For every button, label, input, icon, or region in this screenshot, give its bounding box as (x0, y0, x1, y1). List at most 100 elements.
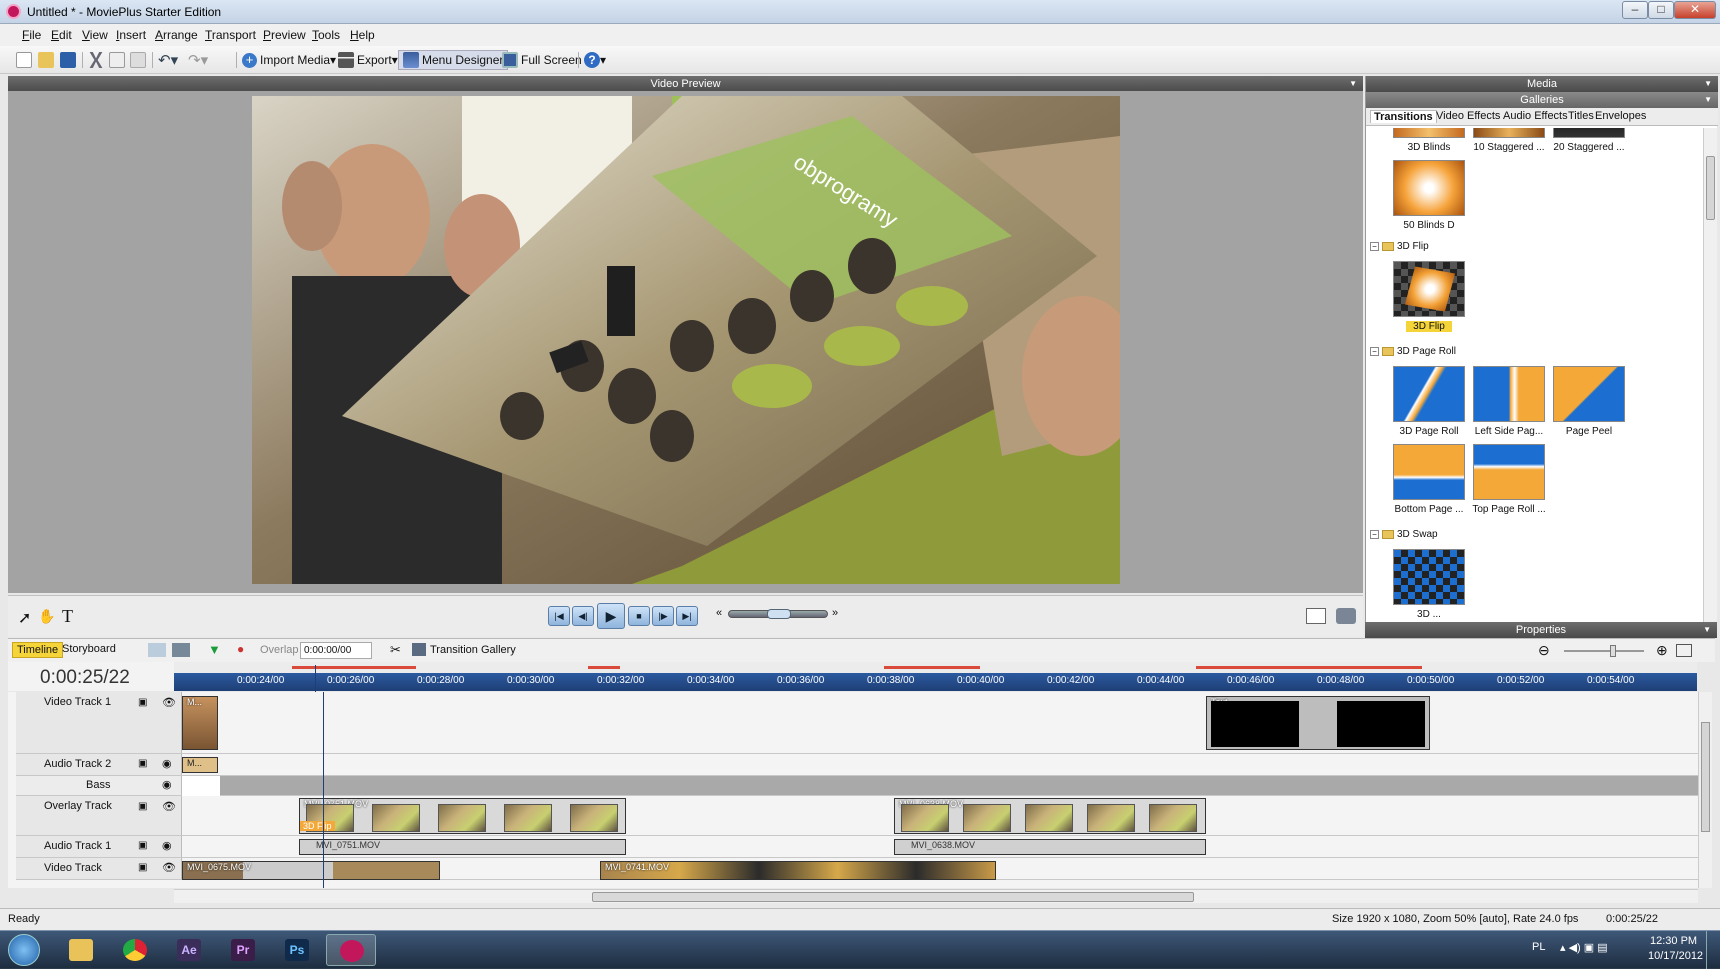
chevron-down-icon[interactable]: ▼ (1704, 92, 1712, 108)
copy-icon[interactable] (109, 52, 125, 68)
import-media-button[interactable]: + Import Media ▾ (242, 50, 336, 70)
zoom-fit-icon[interactable] (1676, 644, 1692, 657)
track-menu-icon[interactable]: ▣ (138, 697, 147, 708)
menu-edit[interactable]: Edit (51, 28, 72, 42)
folder-3d-swap[interactable]: −3D Swap (1370, 529, 1438, 540)
gallery-item-3d-swap[interactable] (1393, 549, 1465, 605)
clip-audio-2[interactable]: MVI_0638.MOV (894, 839, 1206, 855)
new-file-icon[interactable] (16, 52, 32, 68)
playhead[interactable] (323, 692, 324, 888)
chevron-down-icon[interactable]: ▼ (1349, 76, 1357, 92)
gallery-item-3d-flip[interactable] (1393, 261, 1465, 317)
explorer-icon[interactable] (69, 939, 93, 961)
tab-envelopes[interactable]: Envelopes (1592, 110, 1649, 122)
clip-overlay-2[interactable]: MVI_0638.MOV (894, 798, 1206, 834)
close-button[interactable]: ✕ (1674, 1, 1716, 19)
gallery-item-3d-page-roll[interactable] (1393, 366, 1465, 422)
link-icon[interactable] (148, 643, 166, 657)
track-menu-icon[interactable]: ▣ (138, 758, 147, 769)
gallery-item-3d-blinds[interactable] (1393, 128, 1465, 138)
visibility-eye-icon[interactable]: 👁 (162, 696, 176, 709)
zoom-slider[interactable] (1564, 645, 1644, 657)
pointer-tool-icon[interactable]: ➚ (18, 608, 31, 628)
gallery-item-20-staggered[interactable] (1553, 128, 1625, 138)
tab-audio-effects[interactable]: Audio Effects (1500, 110, 1571, 122)
next-frame-button[interactable]: |▶ (652, 606, 674, 626)
hand-tool-icon[interactable]: ✋ (38, 608, 55, 625)
full-screen-button[interactable]: Full Screen (502, 50, 582, 70)
redo-icon[interactable]: ↷▾ (188, 50, 208, 70)
start-button[interactable] (8, 934, 40, 966)
gallery-item-top-page-roll[interactable] (1473, 444, 1545, 500)
premiere-icon[interactable]: Pr (231, 939, 255, 961)
show-desktop-button[interactable] (1706, 931, 1720, 969)
tray-icons[interactable]: ▴ ◀) ▣ ▤ (1560, 941, 1608, 954)
chrome-icon[interactable] (123, 939, 147, 961)
tab-storyboard[interactable]: Storyboard (62, 643, 116, 655)
shuttle-slider[interactable] (728, 609, 828, 619)
undo-icon[interactable]: ↶▾ (158, 50, 178, 70)
layout-icon[interactable] (1306, 608, 1326, 624)
speaker-icon[interactable]: ◉ (162, 757, 172, 770)
clip-audio-mini[interactable]: M... (182, 757, 218, 773)
folder-3d-page-roll[interactable]: −3D Page Roll (1370, 346, 1456, 357)
menu-view[interactable]: View (82, 28, 108, 42)
gallery-item-bottom-page[interactable] (1393, 444, 1465, 500)
visibility-eye-icon[interactable]: 👁 (162, 800, 176, 813)
scissors-icon[interactable]: ✂ (390, 642, 401, 658)
menu-transport[interactable]: Transport (205, 28, 256, 42)
time-ruler[interactable]: 0:00:24/00 0:00:26/00 0:00:28/00 0:00:30… (174, 673, 1697, 691)
language-indicator[interactable]: PL (1532, 941, 1545, 953)
properties-header[interactable]: Properties ▼ (1365, 622, 1717, 638)
timeline-horizontal-thumb[interactable] (592, 892, 1194, 902)
track-menu-icon[interactable]: ▣ (138, 862, 147, 873)
fast-forward-icon[interactable]: » (832, 607, 838, 619)
shuttle-slider-thumb[interactable] (767, 609, 791, 619)
stop-button[interactable]: ■ (628, 606, 650, 626)
microphone-icon[interactable]: ● (237, 642, 244, 656)
gallery-item-page-peel[interactable] (1553, 366, 1625, 422)
menu-insert[interactable]: Insert (116, 28, 146, 42)
transition-marker[interactable]: 3D Flip (300, 821, 335, 831)
movieplus-icon[interactable] (340, 940, 364, 962)
chevron-down-icon[interactable]: ▼ (1703, 622, 1711, 638)
previous-frame-button[interactable]: ◀| (572, 606, 594, 626)
chevron-down-icon[interactable]: ▼ (1704, 76, 1712, 92)
go-to-end-button[interactable]: ▶| (676, 606, 698, 626)
clip-audio-1[interactable]: MVI_0751.MOV (299, 839, 626, 855)
transition-gallery-button[interactable]: Transition Gallery (430, 644, 516, 656)
gallery-item-left-side-page[interactable] (1473, 366, 1545, 422)
clip-video-2[interactable]: MVI_0741.MOV (600, 861, 996, 880)
menu-help[interactable]: Help (350, 28, 375, 42)
clip-video-1[interactable]: MVI_0675.MOV (182, 861, 440, 880)
zoom-in-icon[interactable]: ⊕ (1656, 642, 1668, 659)
tab-timeline[interactable]: Timeline (12, 642, 64, 658)
after-effects-icon[interactable]: Ae (177, 939, 201, 961)
track-menu-icon[interactable]: ▣ (138, 840, 147, 851)
play-button[interactable]: ▶ (597, 603, 625, 629)
speaker-icon[interactable]: ◉ (162, 778, 172, 791)
menu-tools[interactable]: Tools (312, 28, 340, 42)
text-tool-icon[interactable]: T (62, 606, 73, 627)
maximize-button[interactable]: □ (1648, 1, 1674, 19)
export-button[interactable]: Export ▾ (338, 50, 398, 70)
minimize-button[interactable]: – (1622, 1, 1648, 19)
help-button[interactable]: ? ▾ (584, 50, 606, 70)
timeline-horizontal-scrollbar[interactable] (174, 889, 1698, 903)
gallery-scrollbar[interactable] (1703, 128, 1717, 634)
go-to-start-button[interactable]: |◀ (548, 606, 570, 626)
snapshot-camera-icon[interactable] (1336, 608, 1356, 624)
cut-icon[interactable] (89, 52, 103, 68)
track-menu-icon[interactable]: ▣ (138, 801, 147, 812)
menu-designer-button[interactable]: Menu Designer (398, 50, 509, 70)
menu-arrange[interactable]: Arrange (155, 28, 198, 42)
visibility-eye-icon[interactable]: 👁 (162, 861, 176, 874)
overlap-input[interactable]: 0:00:00/00 (300, 642, 372, 659)
zoom-out-icon[interactable]: ⊖ (1538, 642, 1550, 659)
open-folder-icon[interactable] (38, 52, 54, 68)
gallery-item-10-staggered[interactable] (1473, 128, 1545, 138)
paste-icon[interactable] (130, 52, 146, 68)
gallery-item-50-blinds-d[interactable] (1393, 160, 1465, 216)
menu-preview[interactable]: Preview (263, 28, 306, 42)
tab-video-effects[interactable]: Video Effects (1433, 110, 1503, 122)
